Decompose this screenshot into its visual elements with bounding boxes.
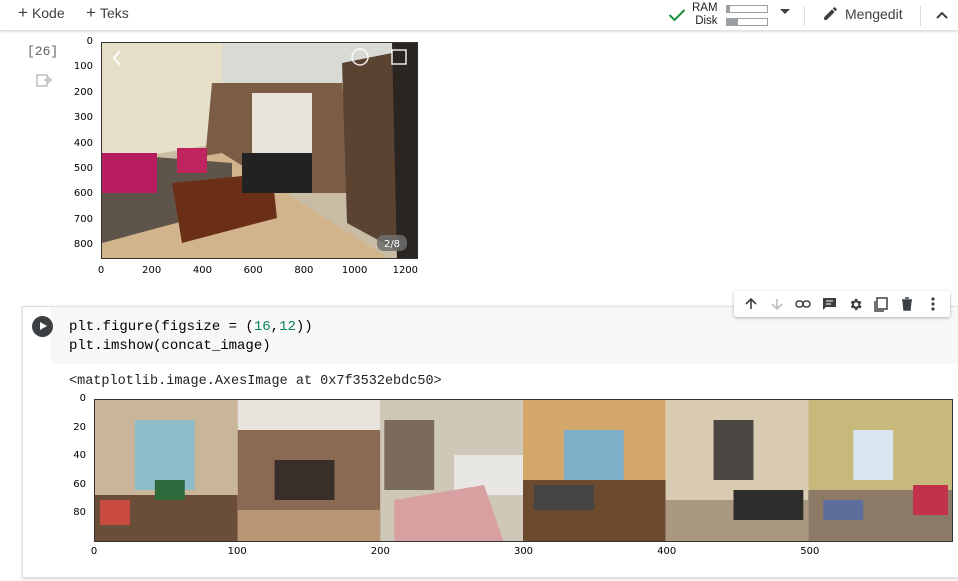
run-cell-button[interactable] <box>32 316 53 337</box>
divider <box>920 6 921 26</box>
plus-icon: + <box>86 3 96 22</box>
axis-tick-label: 400 <box>73 137 93 149</box>
disk-bar-fill <box>726 18 738 25</box>
code-number: 12 <box>279 319 296 335</box>
axis-tick-label: 200 <box>73 86 93 98</box>
chevron-up-icon[interactable] <box>934 7 950 28</box>
axis-tick-label: 300 <box>513 546 534 557</box>
add-code-label: Kode <box>31 5 65 21</box>
notebook-toolbar: + Kode + Teks RAM Disk Mengedit <box>0 0 958 31</box>
axis-tick-label: 1000 <box>341 265 368 276</box>
axis-tick-label: 0 <box>86 36 93 47</box>
axis-tick-label: 40 <box>73 450 86 462</box>
code-line2: plt.imshow(concat_image) <box>69 338 271 354</box>
axis-tick-label: 800 <box>294 265 314 276</box>
more-vert-icon[interactable] <box>924 295 942 313</box>
axis-tick-label: 80 <box>73 507 86 519</box>
plus-icon: + <box>18 3 28 22</box>
gear-icon[interactable] <box>846 295 864 313</box>
disk-label: Disk <box>695 15 718 27</box>
axis-tick-label: 700 <box>73 213 93 225</box>
living-room-image: 2/8 <box>101 42 418 259</box>
axis-tick-label: 300 <box>73 112 93 124</box>
disk-bar <box>725 17 768 26</box>
trash-icon[interactable] <box>898 295 916 313</box>
image-caption: 2/8 <box>384 239 400 250</box>
check-icon <box>668 9 686 22</box>
axis-tick-label: 100 <box>227 546 247 557</box>
resource-bars <box>725 4 768 26</box>
chevron-down-icon[interactable] <box>780 9 790 14</box>
resource-monitor[interactable]: RAM Disk <box>668 2 768 28</box>
axis-tick-label: 600 <box>243 265 263 276</box>
execution-count: [26] <box>27 44 59 59</box>
axis-tick-label: 0 <box>97 265 105 276</box>
arrow-down-icon[interactable] <box>768 295 786 313</box>
code-line1-prefix: plt.figure(figsize = ( <box>69 319 254 335</box>
axis-tick-label: 400 <box>192 265 212 276</box>
edit-mode-button[interactable]: Mengedit <box>822 5 903 22</box>
axis-tick-label: 1200 <box>392 265 419 276</box>
comment-icon[interactable] <box>820 295 838 313</box>
output-text: <matplotlib.image.AxesImage at 0x7f3532e… <box>69 374 442 389</box>
add-text-button[interactable]: + Teks <box>86 3 129 22</box>
resource-labels: RAM Disk <box>692 2 718 28</box>
axis-tick-label: 0 <box>90 546 98 557</box>
cell-toolbar <box>734 291 950 317</box>
axis-tick-label: 500 <box>800 546 820 557</box>
add-text-label: Teks <box>99 5 129 21</box>
axis-tick-label: 100 <box>73 61 93 73</box>
axis-tick-label: 600 <box>73 188 93 200</box>
pencil-icon <box>824 7 837 20</box>
axis-tick-label: 20 <box>73 421 86 433</box>
code-text[interactable]: plt.figure(figsize = (16,12)) plt.imshow… <box>69 318 313 356</box>
ram-bar <box>725 4 768 13</box>
axis-tick-label: 200 <box>370 546 390 557</box>
link-icon[interactable] <box>794 295 812 313</box>
ram-bar-fill <box>726 5 730 12</box>
code-number: 16 <box>253 319 271 335</box>
axis-tick-label: 60 <box>73 478 86 490</box>
axis-tick-label: 400 <box>657 546 677 557</box>
add-code-button[interactable]: + Kode <box>18 3 65 22</box>
ram-label: RAM <box>692 2 718 14</box>
divider <box>804 6 805 26</box>
arrow-up-icon[interactable] <box>742 295 760 313</box>
edit-mode-label: Mengedit <box>845 5 903 22</box>
mirror-cell-icon[interactable] <box>872 295 890 313</box>
axis-tick-label: 500 <box>73 162 93 174</box>
output-icon[interactable] <box>36 72 53 93</box>
code-comma: , <box>270 319 280 335</box>
concatenated-image <box>94 399 953 542</box>
axis-tick-label: 0 <box>79 393 86 404</box>
axis-tick-label: 200 <box>142 265 162 276</box>
code-line1-suffix: )) <box>295 319 313 335</box>
axis-tick-label: 800 <box>73 239 93 251</box>
